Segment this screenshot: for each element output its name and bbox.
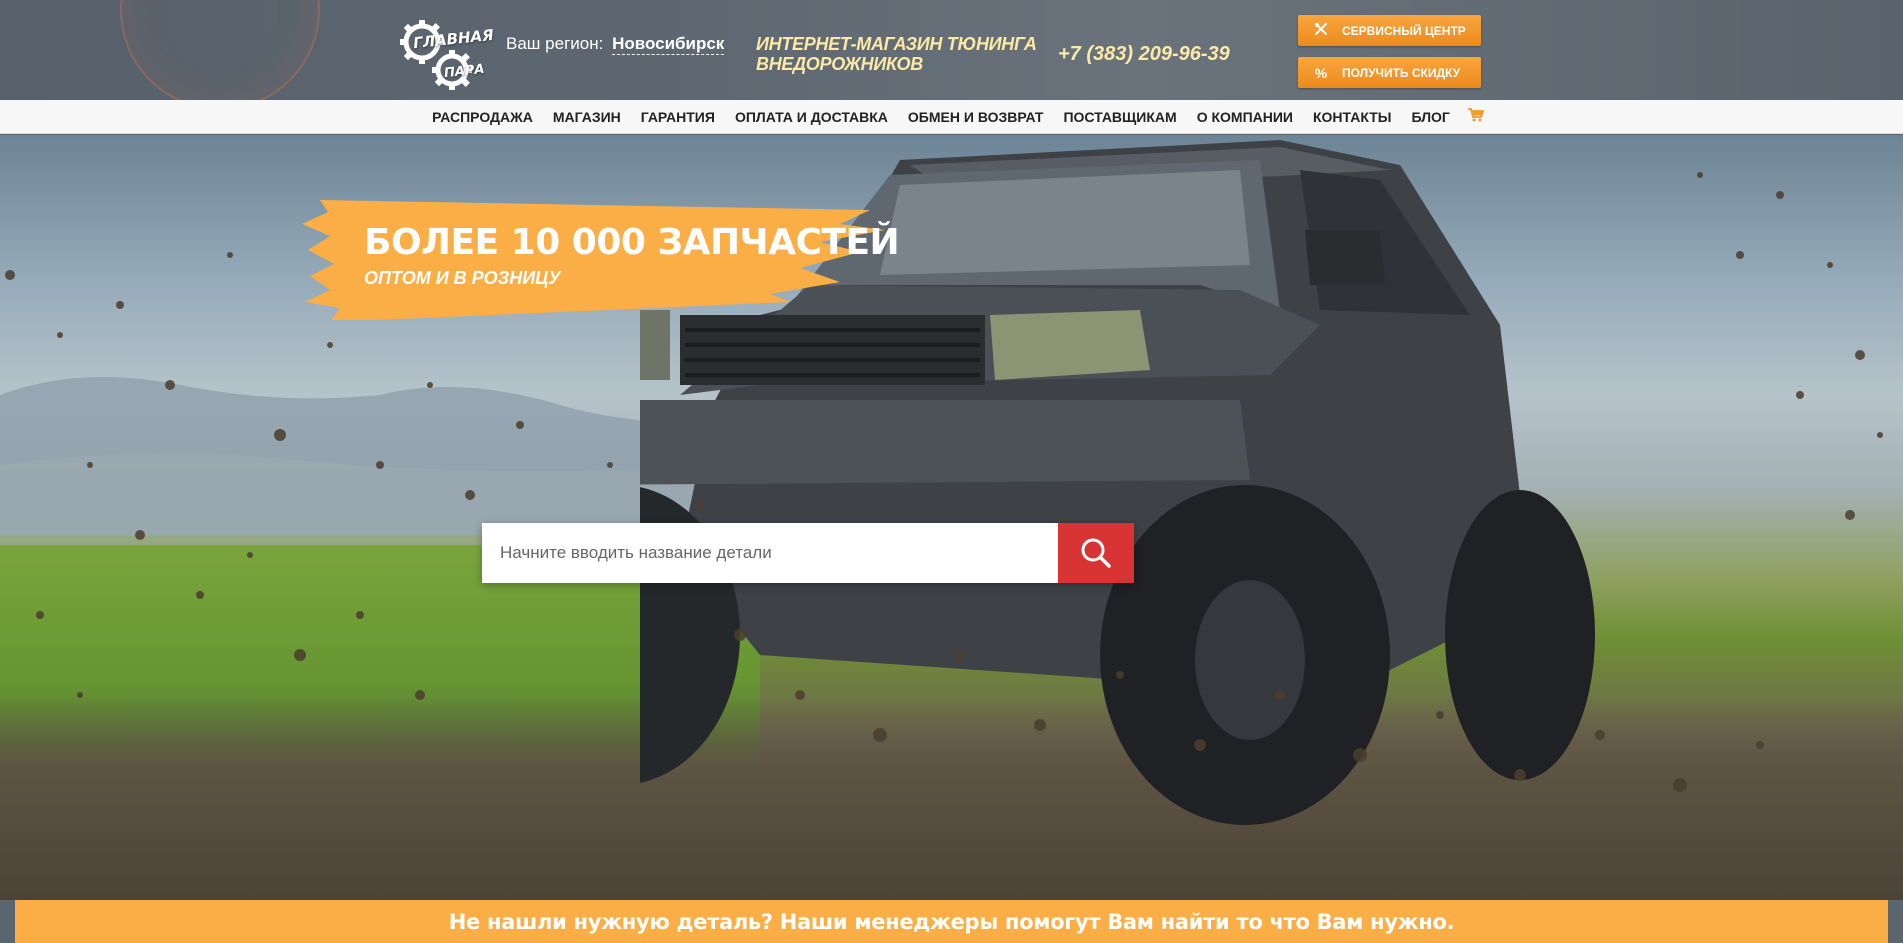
nav-item-warranty[interactable]: Гарантия — [641, 109, 715, 125]
get-discount-label: Получить скидку — [1342, 65, 1461, 80]
hero-section: БОЛЕЕ 10 000 ЗАПЧАСТЕЙ ОПТОМ И В РОЗНИЦУ — [0, 135, 1903, 900]
main-navigation: Распродажа Магазин Гарантия Оплата и дос… — [0, 100, 1903, 134]
site-header: ГЛАВНАЯ ПАРА Ваш регион: Новосибирск Инт… — [0, 0, 1903, 100]
service-center-label: Сервисный центр — [1342, 23, 1466, 38]
promo-subtitle: ОПТОМ И В РОЗНИЦУ — [364, 268, 561, 288]
part-search-bar — [482, 523, 1134, 583]
mud-splatter-decoration — [5, 172, 1883, 792]
help-banner-text: Не нашли нужную деталь? Наши менеджеры п… — [448, 909, 1455, 934]
phone-number[interactable]: +7 (383) 209-96-39 — [1058, 43, 1230, 66]
region-selector: Ваш регион: Новосибирск — [506, 34, 725, 55]
nav-item-about[interactable]: О компании — [1197, 109, 1293, 125]
nav-item-exchange-return[interactable]: Обмен и возврат — [908, 109, 1044, 125]
region-city-link[interactable]: Новосибирск — [612, 34, 725, 55]
site-logo[interactable]: ГЛАВНАЯ ПАРА — [396, 14, 495, 94]
nav-item-blog[interactable]: Блог — [1411, 109, 1449, 125]
nav-item-contacts[interactable]: Контакты — [1313, 109, 1391, 125]
nav-list: Распродажа Магазин Гарантия Оплата и дос… — [422, 107, 1484, 125]
wrench-icon — [1312, 22, 1330, 39]
promo-banner: БОЛЕЕ 10 000 ЗАПЧАСТЕЙ ОПТОМ И В РОЗНИЦУ — [300, 190, 900, 320]
gear-logo-icon — [400, 20, 472, 90]
search-button[interactable] — [1058, 523, 1134, 583]
part-search-input[interactable] — [482, 523, 1058, 583]
nav-item-sale[interactable]: Распродажа — [432, 109, 533, 125]
help-banner[interactable]: Не нашли нужную деталь? Наши менеджеры п… — [15, 900, 1888, 943]
cart-icon[interactable] — [1467, 107, 1484, 122]
search-icon — [1081, 538, 1111, 568]
promo-title: БОЛЕЕ 10 000 ЗАПЧАСТЕЙ — [364, 222, 900, 263]
nav-item-payment-delivery[interactable]: Оплата и доставка — [735, 109, 888, 125]
get-discount-button[interactable]: % Получить скидку — [1298, 57, 1481, 88]
nav-item-suppliers[interactable]: Поставщикам — [1063, 109, 1176, 125]
region-label: Ваш регион: — [506, 34, 604, 53]
nav-item-shop[interactable]: Магазин — [553, 109, 621, 125]
percent-icon: % — [1314, 64, 1328, 81]
service-center-button[interactable]: Сервисный центр — [1298, 15, 1481, 46]
site-tagline: Интернет-магазин тюнинга внедорожников — [756, 34, 1037, 74]
lens-flare-decoration — [120, 0, 320, 100]
